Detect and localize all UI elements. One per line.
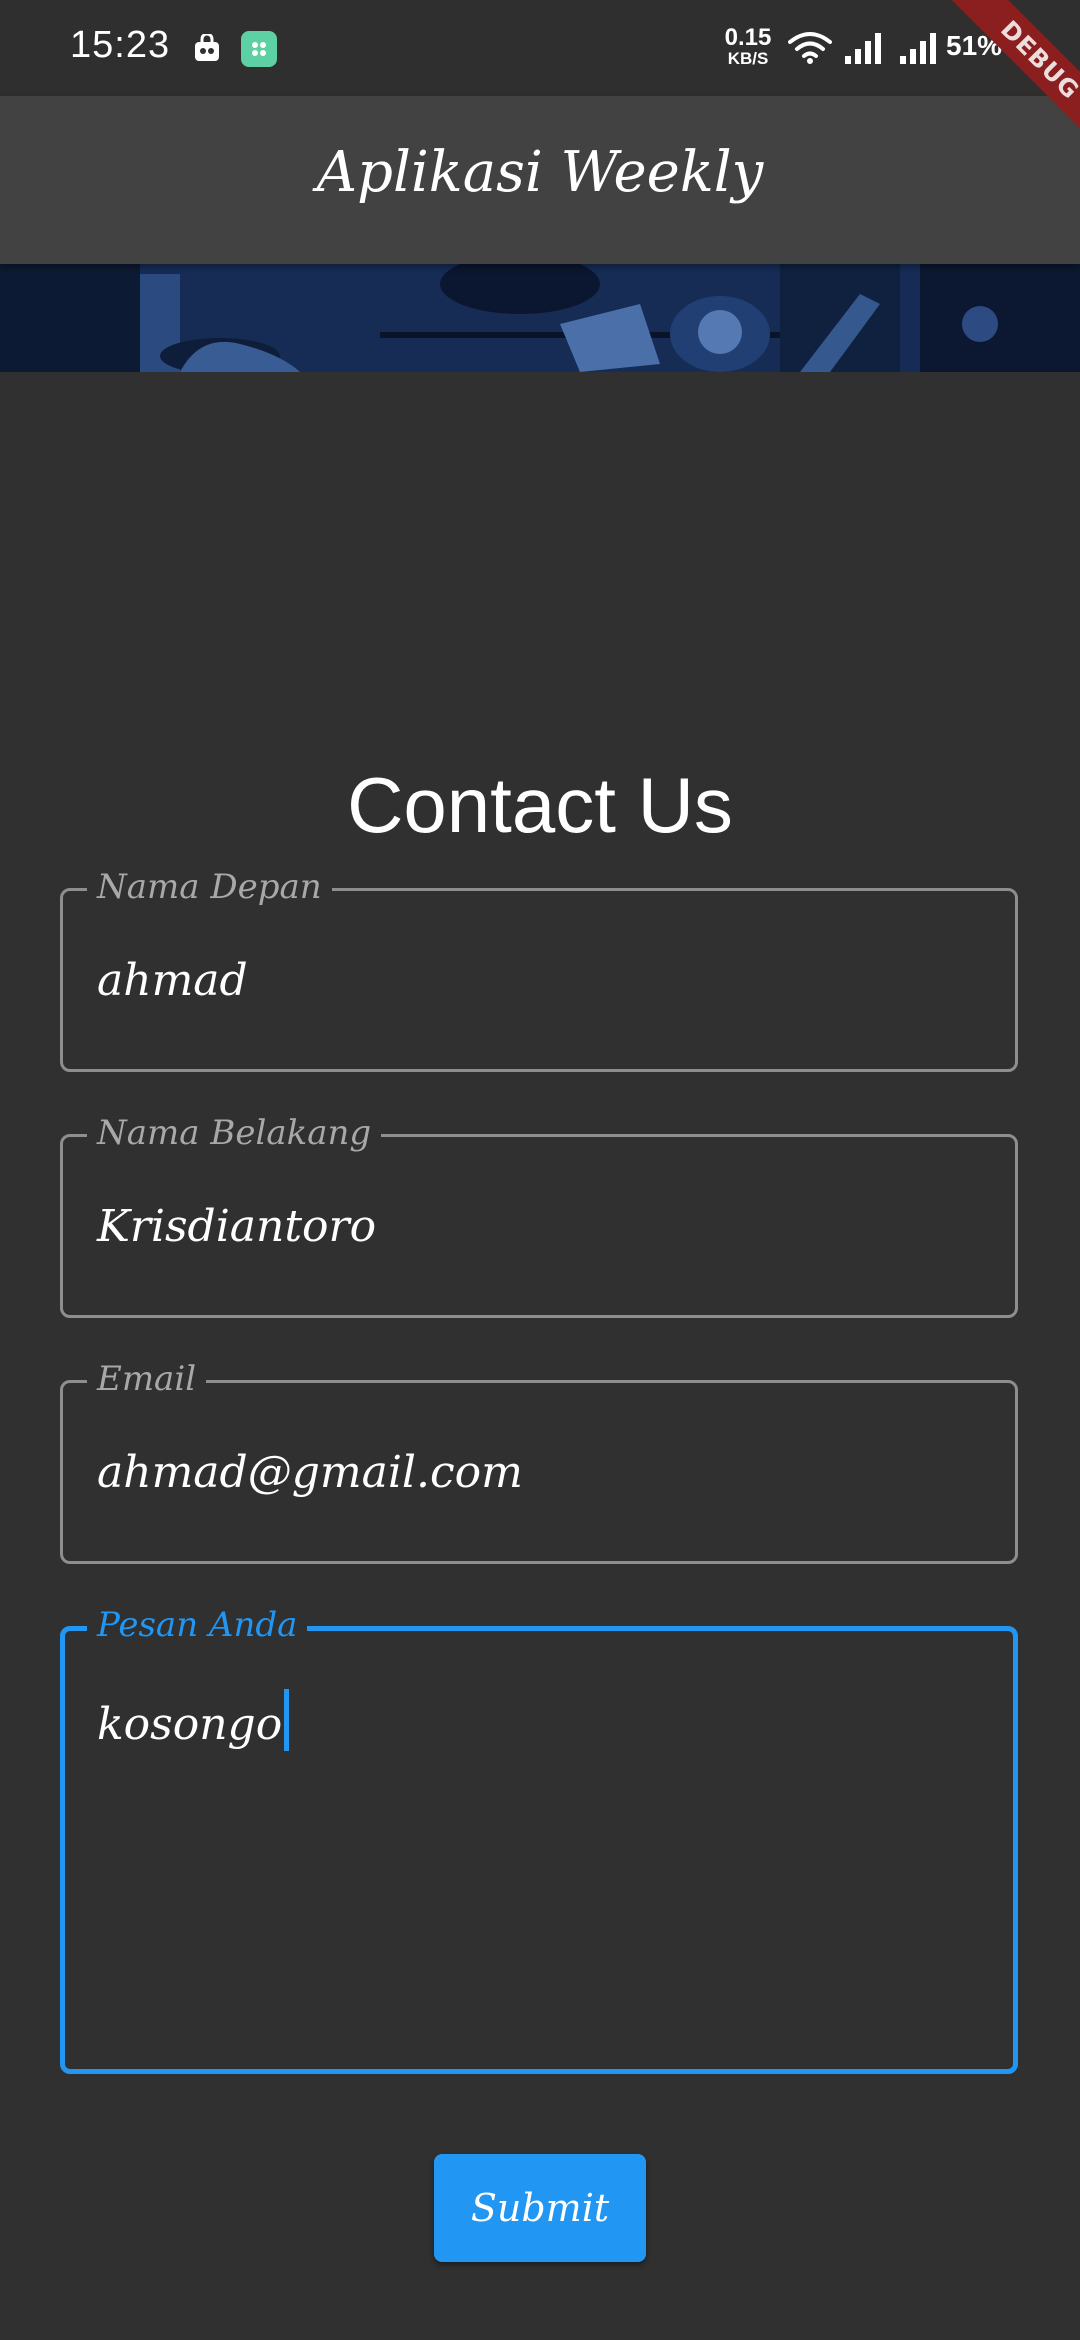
app-bar: Aplikasi Weekly (0, 96, 1080, 264)
email-value: ahmad@gmail.com (97, 1447, 523, 1498)
header-banner-image (0, 264, 1080, 372)
text-caret (284, 1689, 290, 1751)
last-name-label: Nama Belakang (87, 1113, 382, 1153)
last-name-value: Krisdiantoro (97, 1201, 377, 1252)
email-field[interactable]: Email ahmad@gmail.com (60, 1359, 1018, 1564)
first-name-label: Nama Depan (87, 867, 332, 907)
header-artwork (0, 264, 1080, 372)
first-name-value: ahmad (97, 955, 248, 1006)
email-label: Email (87, 1359, 207, 1399)
status-time: 15:23 (70, 24, 171, 66)
notification-app-icon (241, 31, 277, 67)
message-label: Pesan Anda (87, 1605, 308, 1645)
wifi-icon (788, 32, 832, 64)
network-speed-value: 0.15 (724, 24, 772, 51)
message-field[interactable]: Pesan Anda kosongo (60, 1605, 1018, 2074)
last-name-field[interactable]: Nama Belakang Krisdiantoro (60, 1113, 1018, 1318)
page-title: Contact Us (347, 761, 733, 849)
notification-bag-icon (195, 34, 219, 61)
signal-icon (900, 33, 936, 64)
signal-icon (845, 33, 881, 64)
network-speed: 0.15 KB/S (723, 24, 773, 68)
message-text: kosongo (97, 1699, 283, 1750)
network-speed-unit: KB/S (727, 49, 769, 68)
first-name-field[interactable]: Nama Depan ahmad (60, 867, 1018, 1072)
app-title: Aplikasi Weekly (316, 140, 764, 205)
message-value: kosongo (97, 1689, 290, 1751)
submit-button[interactable]: Submit (434, 2154, 646, 2262)
status-bar: 15:23 0.15 KB/S 51% (0, 0, 1080, 96)
